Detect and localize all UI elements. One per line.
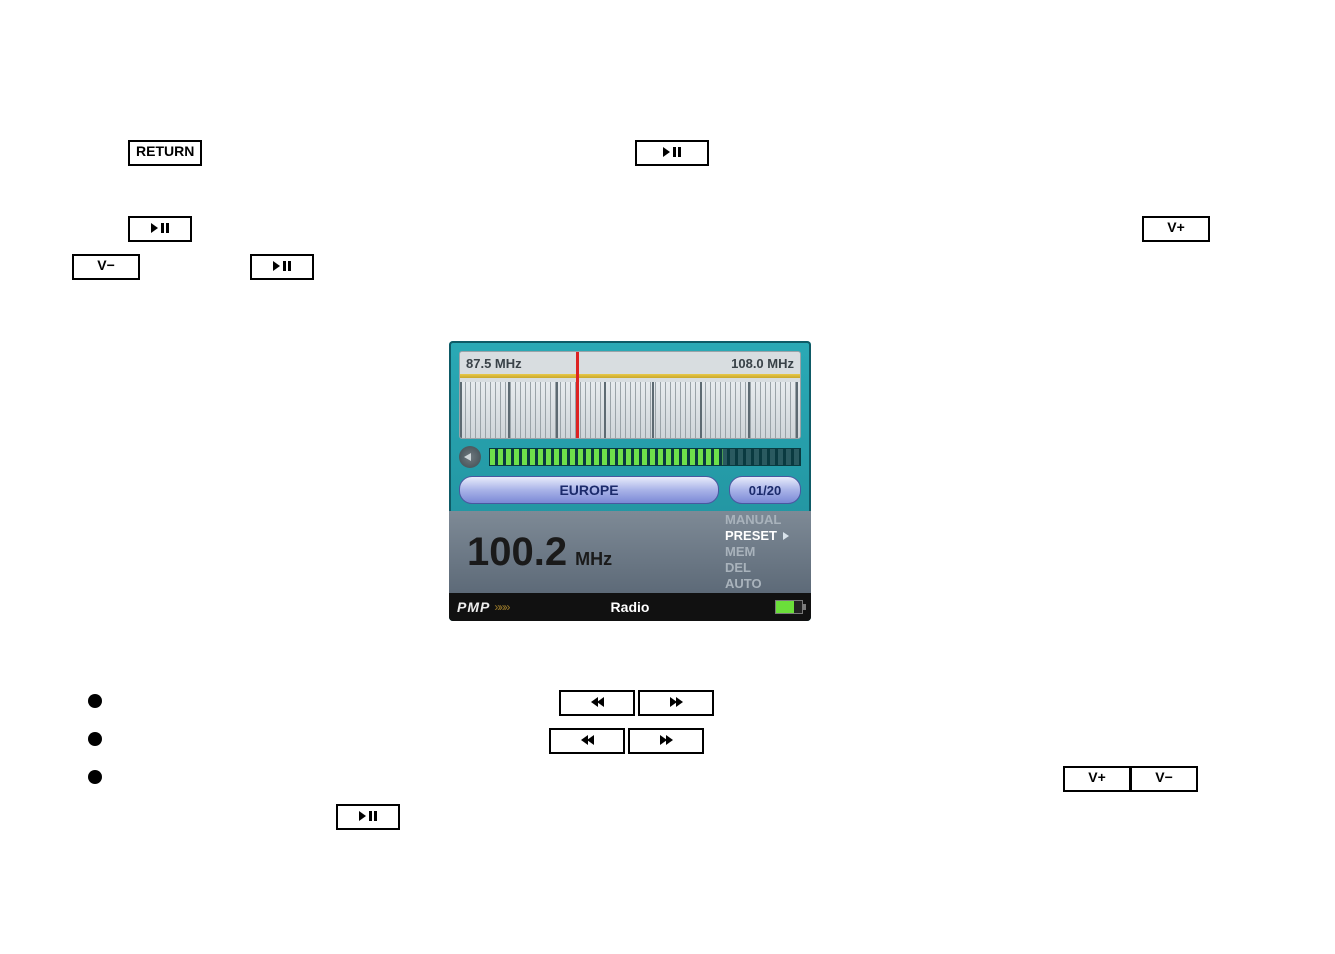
play-pause-button[interactable] [336, 804, 400, 830]
mode-auto[interactable]: AUTO [725, 576, 789, 592]
rewind-icon [591, 693, 604, 709]
radio-lower-panel: 100.2 MHz MANUAL PRESET MEM DEL AUTO [449, 511, 811, 593]
mode-mem[interactable]: MEM [725, 544, 789, 560]
forward-button[interactable] [628, 728, 704, 754]
mode-preset[interactable]: PRESET [725, 528, 789, 544]
rewind-icon [581, 731, 594, 747]
chevrons-icon: »»» [494, 600, 508, 614]
battery-icon [775, 600, 803, 614]
bullet-icon [88, 732, 102, 746]
tuning-dial: 87.5 MHz 108.0 MHz [459, 351, 801, 439]
speaker-icon [459, 446, 481, 468]
play-pause-icon [151, 219, 169, 235]
rewind-button[interactable] [559, 690, 635, 716]
forward-icon [670, 693, 683, 709]
volume-meter [489, 448, 801, 466]
dial-needle [576, 352, 579, 438]
frequency-unit: MHz [575, 549, 612, 570]
forward-icon [660, 731, 673, 747]
mode-list[interactable]: MANUAL PRESET MEM DEL AUTO [725, 512, 789, 592]
volume-row [459, 445, 801, 469]
bullet-icon [88, 694, 102, 708]
brand-label: PMP [457, 599, 490, 615]
frequency-value: 100.2 [467, 530, 567, 575]
play-pause-button[interactable] [128, 216, 192, 242]
play-pause-icon [663, 143, 681, 159]
return-button[interactable]: RETURN [128, 140, 202, 166]
rewind-button[interactable] [549, 728, 625, 754]
play-pause-icon [359, 807, 377, 823]
volume-up-button[interactable]: V+ [1063, 766, 1131, 792]
forward-button[interactable] [638, 690, 714, 716]
play-pause-button[interactable] [635, 140, 709, 166]
region-pill[interactable]: EUROPE [459, 476, 719, 504]
volume-up-button[interactable]: V+ [1142, 216, 1210, 242]
volume-down-button[interactable]: V− [1130, 766, 1198, 792]
dial-max-label: 108.0 MHz [731, 356, 794, 371]
radio-player: 87.5 MHz 108.0 MHz EUROPE 01/20 100.2 MH… [449, 341, 811, 621]
bullet-icon [88, 770, 102, 784]
dial-min-label: 87.5 MHz [466, 356, 522, 371]
radio-footer: PMP »»» Radio [449, 593, 811, 621]
mode-manual[interactable]: MANUAL [725, 512, 789, 528]
play-pause-button[interactable] [250, 254, 314, 280]
play-pause-icon [273, 257, 291, 273]
mode-del[interactable]: DEL [725, 560, 789, 576]
volume-down-button[interactable]: V− [72, 254, 140, 280]
chevron-right-icon [783, 532, 789, 540]
footer-mode-label: Radio [611, 599, 650, 615]
frequency-display: 100.2 MHz [467, 530, 612, 575]
preset-index-pill[interactable]: 01/20 [729, 476, 801, 504]
